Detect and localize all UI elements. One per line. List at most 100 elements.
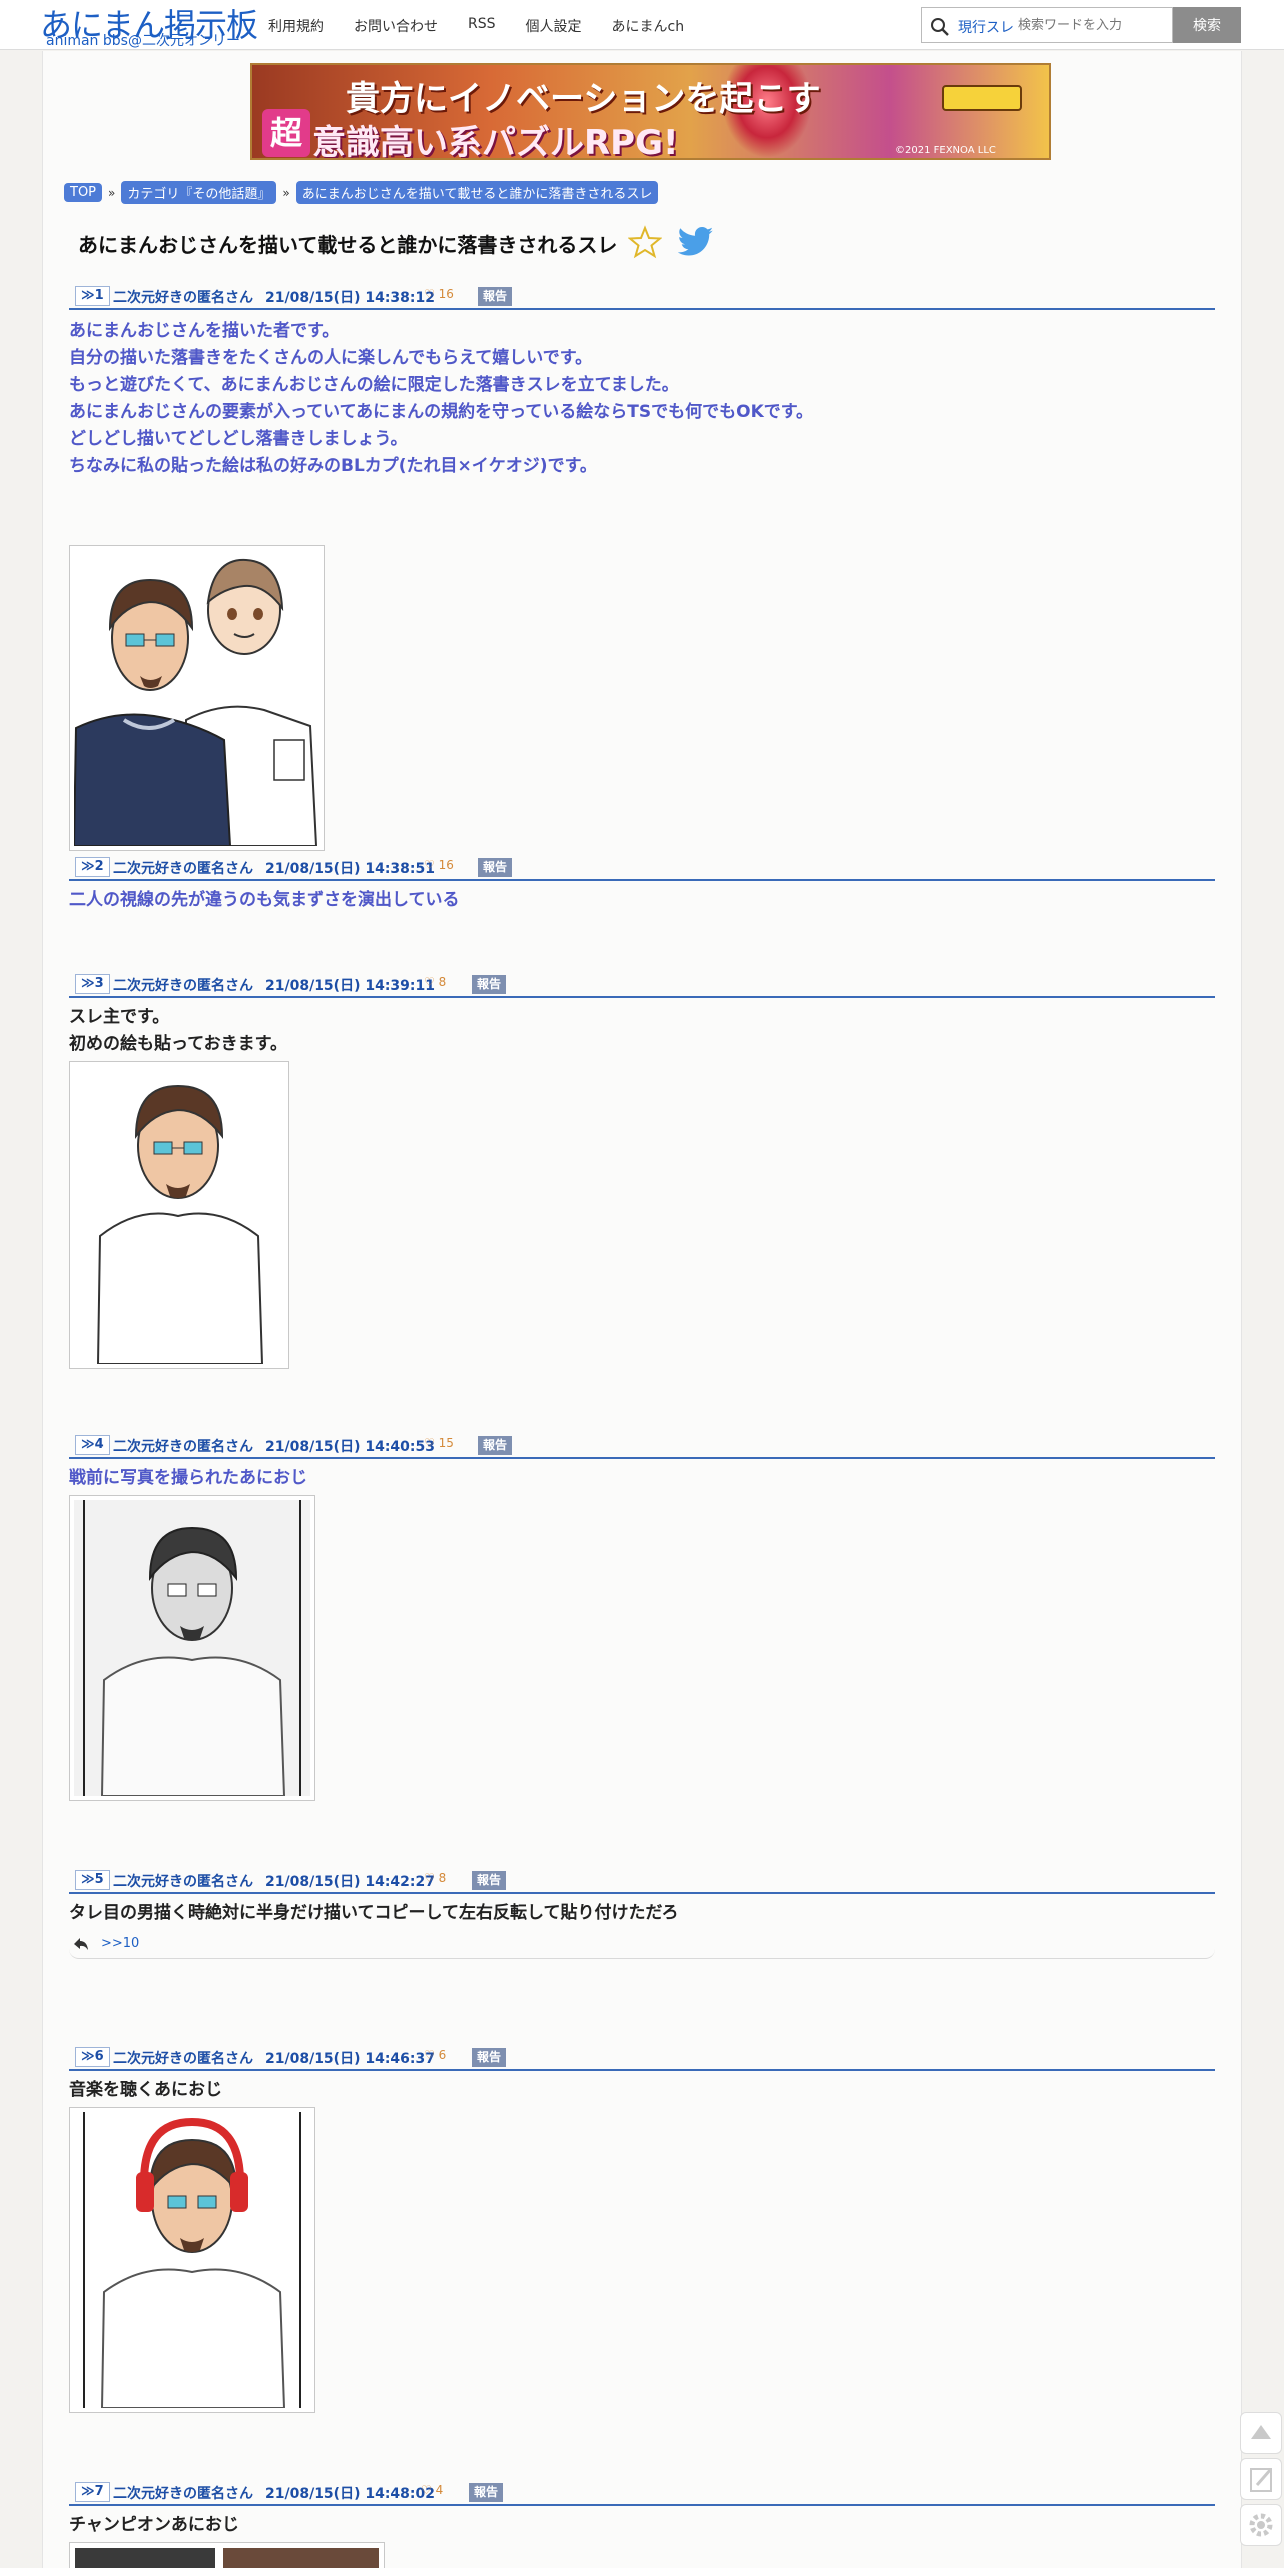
- like-count: 8: [438, 975, 447, 989]
- post-author: 二次元好きの匿名さん: [113, 2486, 253, 2502]
- like-count: 15: [438, 1436, 454, 1450]
- post-header: ≫4 二次元好きの匿名さん 21/08/15(日) 14:40:53 ♡ 15 …: [69, 1433, 1215, 1459]
- like-count: 8: [438, 1871, 447, 1885]
- heart-icon: ♡: [424, 1436, 435, 1450]
- twitter-icon[interactable]: [678, 227, 714, 257]
- report-button[interactable]: 報告: [472, 1871, 507, 1890]
- post-3: ≫3 二次元好きの匿名さん 21/08/15(日) 14:39:11 ♡ 8 報…: [69, 972, 1215, 1369]
- gear-icon: [1249, 2513, 1273, 2537]
- post-image[interactable]: [69, 2542, 385, 2568]
- post-body: 二人の視線の先が違うのも気まずさを演出している: [69, 881, 1215, 914]
- illustration-old-photo: [74, 1500, 310, 1796]
- like-count: 4: [435, 2483, 444, 2497]
- post-date: 21/08/15(日) 14:40:53: [265, 1439, 435, 1455]
- post-header: ≫1 二次元好きの匿名さん 21/08/15(日) 14:38:12 ♡ 16 …: [69, 284, 1215, 310]
- post-number[interactable]: ≫5: [75, 1870, 110, 1890]
- post-line: ちなみに私の貼った絵は私の好みのBLカプ(たれ目×イケオジ)です。: [69, 456, 597, 476]
- post-line: 二人の視線の先が違うのも気まずさを演出している: [69, 890, 460, 910]
- post-image[interactable]: [69, 545, 325, 851]
- post-header: ≫3 二次元好きの匿名さん 21/08/15(日) 14:39:11 ♡ 8 報…: [69, 972, 1215, 998]
- site-logo[interactable]: あにまん掲示板 animan bbs@二次元オンリー: [40, 0, 258, 50]
- nav-rss-link[interactable]: RSS: [468, 16, 496, 36]
- nav-contact-link[interactable]: お問い合わせ: [354, 16, 438, 36]
- heart-icon: ♡: [424, 975, 435, 989]
- post-number[interactable]: ≫3: [75, 974, 110, 994]
- post-body: スレ主です。 初めの絵も貼っておきます。: [69, 998, 1215, 1058]
- post-body: 音楽を聴くあにおじ: [69, 2071, 1215, 2104]
- post-line: 初めの絵も貼っておきます。: [69, 1034, 287, 1054]
- post-author: 二次元好きの匿名さん: [113, 1874, 253, 1890]
- ad-banner[interactable]: 貴方にイノベーションを起こす 超 意識高い系パズルRPG! ©2021 FEXN…: [250, 63, 1051, 160]
- breadcrumb-top[interactable]: TOP: [64, 183, 103, 202]
- post-number[interactable]: ≫2: [75, 857, 110, 877]
- post-image[interactable]: [69, 1495, 315, 1801]
- report-button[interactable]: 報告: [478, 287, 513, 306]
- favorite-star-icon[interactable]: [628, 225, 662, 259]
- post-line: チャンピオンあにおじ: [69, 2515, 239, 2535]
- post-6: ≫6 二次元好きの匿名さん 21/08/15(日) 14:46:37 ♡ 6 報…: [69, 2045, 1215, 2413]
- illustration-man-white-shirt: [74, 1066, 284, 1364]
- thread-title: あにまんおじさんを描いて載せると誰かに落書きされるスレ: [78, 233, 618, 257]
- reply-link[interactable]: >>10: [101, 1936, 139, 1951]
- report-button[interactable]: 報告: [472, 975, 507, 994]
- post-date: 21/08/15(日) 14:39:11: [265, 978, 435, 994]
- banner-kanji-badge: 超: [262, 109, 310, 157]
- like-button[interactable]: ♡ 16: [424, 858, 454, 872]
- post-number[interactable]: ≫1: [75, 286, 110, 306]
- post-body: あにまんおじさんを描いた者です。 自分の描いた落書きをたくさんの人に楽しんでもら…: [69, 310, 1215, 480]
- post-date: 21/08/15(日) 14:48:02: [265, 2486, 435, 2502]
- nav-terms-link[interactable]: 利用規約: [268, 16, 324, 36]
- scroll-top-button[interactable]: [1240, 2412, 1282, 2454]
- post-line: 自分の描いた落書きをたくさんの人に楽しんでもらえて嬉しいです。: [69, 348, 593, 368]
- like-button[interactable]: ♡ 6: [424, 2048, 446, 2062]
- post-line: もっと遊びたくて、あにまんおじさんの絵に限定した落書きスレを立てました。: [69, 375, 679, 395]
- post-number[interactable]: ≫7: [75, 2482, 110, 2502]
- post-number[interactable]: ≫4: [75, 1435, 110, 1455]
- breadcrumb: TOP » カテゴリ『その他話題』 » あにまんおじさんを描いて載せると誰かに落…: [64, 181, 659, 204]
- search-input[interactable]: [1018, 10, 1168, 40]
- like-button[interactable]: ♡ 15: [424, 1436, 454, 1450]
- write-post-button[interactable]: [1240, 2458, 1282, 2500]
- nav-animanch-link[interactable]: あにまんch: [612, 16, 685, 36]
- post-author: 二次元好きの匿名さん: [113, 978, 253, 994]
- reply-arrow-icon: [74, 1938, 88, 1950]
- top-nav: 利用規約 お問い合わせ RSS 個人設定 あにまんch: [268, 16, 684, 36]
- post-image[interactable]: [69, 2107, 315, 2413]
- like-button[interactable]: ♡ 8: [424, 1871, 446, 1885]
- reply-bar: >>10: [69, 1929, 1215, 1959]
- like-button[interactable]: ♡ 8: [424, 975, 446, 989]
- post-body: チャンピオンあにおじ: [69, 2506, 1215, 2539]
- nav-settings-link[interactable]: 個人設定: [526, 16, 582, 36]
- post-line: タレ目の男描く時絶対に半身だけ描いてコピーして左右反転して貼り付けただろ: [69, 1903, 679, 1923]
- site-header: あにまん掲示板 animan bbs@二次元オンリー 利用規約 お問い合わせ R…: [0, 0, 1284, 50]
- like-button[interactable]: ♡ 4: [421, 2483, 443, 2497]
- breadcrumb-category[interactable]: カテゴリ『その他話題』: [121, 181, 277, 204]
- report-button[interactable]: 報告: [478, 858, 513, 877]
- post-date: 21/08/15(日) 14:38:51: [265, 861, 435, 877]
- banner-copyright: ©2021 FEXNOA LLC: [895, 145, 996, 156]
- search-button[interactable]: 検索: [1173, 7, 1241, 43]
- post-line: どしどし描いてどしどし落書きしましょう。: [69, 429, 408, 449]
- post-header: ≫6 二次元好きの匿名さん 21/08/15(日) 14:46:37 ♡ 6 報…: [69, 2045, 1215, 2071]
- post-author: 二次元好きの匿名さん: [113, 2051, 253, 2067]
- report-button[interactable]: 報告: [469, 2483, 504, 2502]
- post-body: タレ目の男描く時絶対に半身だけ描いてコピーして左右反転して貼り付けただろ: [69, 1894, 1215, 1927]
- search-scope-select[interactable]: 現行スレ: [958, 17, 1014, 37]
- post-header: ≫7 二次元好きの匿名さん 21/08/15(日) 14:48:02 ♡ 4 報…: [69, 2480, 1215, 2506]
- post-date: 21/08/15(日) 14:42:27: [265, 1874, 435, 1890]
- like-button[interactable]: ♡ 16: [424, 287, 454, 301]
- post-author: 二次元好きの匿名さん: [113, 861, 253, 877]
- breadcrumb-separator: »: [108, 185, 116, 200]
- illustration-two-men: [74, 550, 320, 846]
- post-line: 戦前に写真を撮られたあにおじ: [69, 1468, 307, 1488]
- edit-icon: [1250, 2468, 1273, 2492]
- post-body: 戦前に写真を撮られたあにおじ: [69, 1459, 1215, 1492]
- post-1: ≫1 二次元好きの匿名さん 21/08/15(日) 14:38:12 ♡ 16 …: [69, 284, 1215, 851]
- post-number[interactable]: ≫6: [75, 2047, 110, 2067]
- report-button[interactable]: 報告: [478, 1436, 513, 1455]
- breadcrumb-thread[interactable]: あにまんおじさんを描いて載せると誰かに落書きされるスレ: [295, 181, 659, 204]
- heart-icon: ♡: [424, 858, 435, 872]
- settings-button[interactable]: [1240, 2504, 1282, 2546]
- report-button[interactable]: 報告: [472, 2048, 507, 2067]
- post-image[interactable]: [69, 1061, 289, 1369]
